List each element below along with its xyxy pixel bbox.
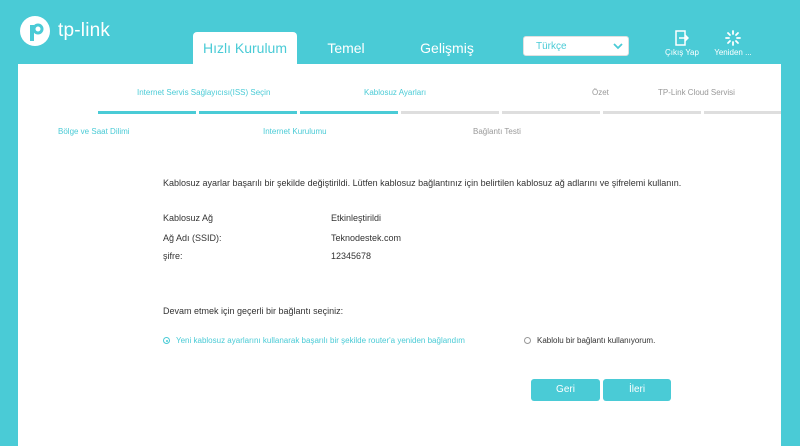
option-wired-connection[interactable]: Kablolu bir bağlantı kullanıyorum. (524, 336, 655, 345)
step-region-timezone: Bölge ve Saat Dilimi (58, 127, 130, 136)
radio-selected-icon (163, 337, 170, 344)
tp-link-logo-icon (20, 16, 50, 46)
logout-label: Çıkış Yap (665, 48, 699, 57)
progress-segment (300, 111, 398, 114)
step-isp-select: Internet Servis Sağlayıcısı(ISS) Seçin (137, 88, 271, 97)
password-value: 12345678 (331, 251, 372, 261)
step-wireless-settings: Kablosuz Ayarları (364, 88, 427, 97)
tab-basic[interactable]: Temel (304, 32, 388, 64)
option-wireless-label: Yeni kablosuz ayarlarını kullanarak başa… (176, 336, 465, 345)
option-wired-label: Kablolu bir bağlantı kullanıyorum. (537, 336, 656, 345)
ssid-value: Teknodestek.com (331, 233, 402, 243)
option-wireless-reconnected[interactable]: Yeni kablosuz ayarlarını kullanarak başa… (163, 336, 465, 345)
main-panel: Internet Servis Sağlayıcısı(ISS) Seçin K… (18, 64, 781, 446)
password-label: şifre: (163, 251, 183, 261)
logout-icon (675, 30, 689, 46)
logo-text: tp-link (58, 20, 111, 41)
tp-link-logo: tp-link (18, 14, 110, 48)
back-button[interactable]: Geri (531, 379, 600, 401)
radio-unselected-icon (524, 337, 531, 344)
language-select[interactable]: Türkçe (523, 36, 629, 56)
reboot-spinner-icon (725, 30, 741, 46)
step-connection-test: Bağlantı Testi (473, 127, 521, 136)
next-button[interactable]: İleri (603, 379, 671, 401)
logout-button[interactable]: Çıkış Yap (662, 30, 702, 57)
tab-quick-setup[interactable]: Hızlı Kurulum (193, 32, 297, 64)
progress-segment (502, 111, 600, 114)
progress-segment (603, 111, 701, 114)
ssid-label: Ağ Adı (SSID): (163, 233, 222, 243)
reboot-label: Yeniden ... (714, 48, 752, 57)
success-message: Kablosuz ayarlar başarılı bir şekilde de… (163, 178, 682, 188)
chevron-down-icon (612, 38, 624, 57)
step-summary: Özet (592, 88, 609, 97)
progress-segment (98, 111, 196, 114)
progress-segment (199, 111, 297, 114)
step-internet-setup: Internet Kurulumu (263, 127, 327, 136)
step-cloud-service: TP-Link Cloud Servisi (658, 88, 735, 97)
connection-prompt: Devam etmek için geçerli bir bağlantı se… (163, 306, 344, 316)
language-select-value: Türkçe (536, 41, 567, 52)
progress-segment (401, 111, 499, 114)
wireless-value: Etkinleştirildi (331, 213, 382, 223)
wireless-label: Kablosuz Ağ (163, 213, 214, 223)
tab-advanced[interactable]: Gelişmiş (408, 32, 486, 64)
reboot-button[interactable]: Yeniden ... (709, 30, 757, 57)
progress-segment (704, 111, 781, 114)
